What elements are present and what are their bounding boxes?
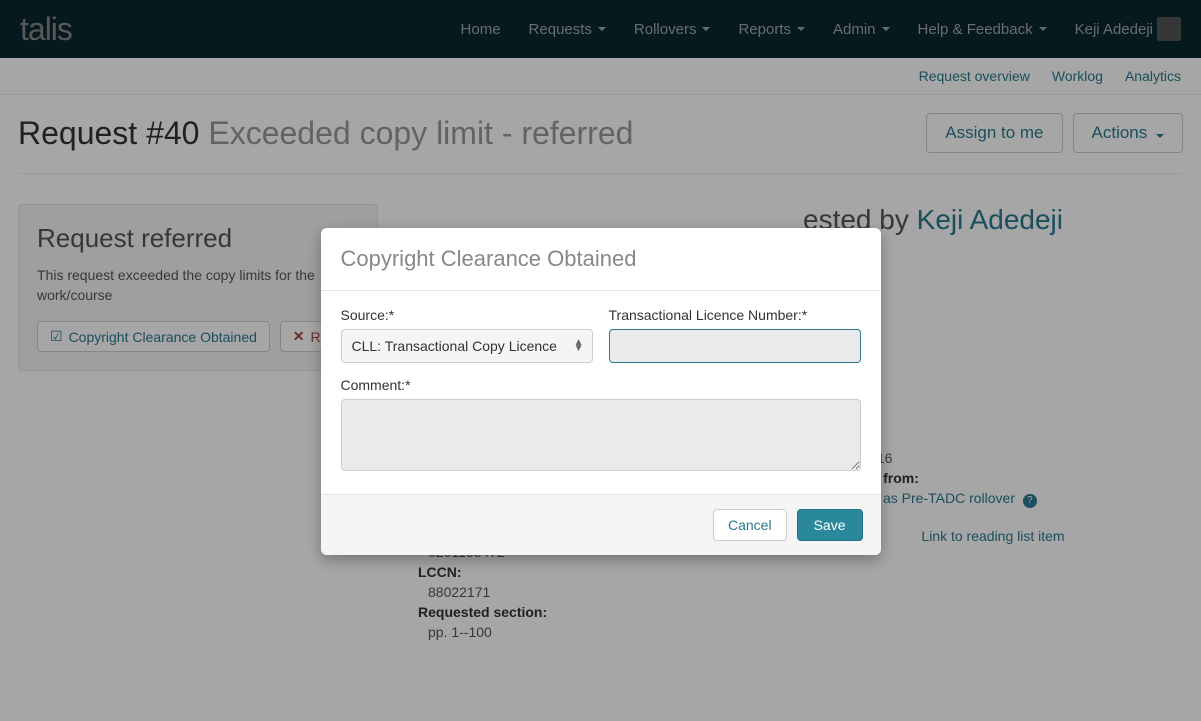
source-value: CLL: Transactional Copy Licence	[352, 338, 557, 354]
source-select[interactable]: CLL: Transactional Copy Licence ▲▼	[341, 329, 593, 363]
licence-input[interactable]	[609, 329, 861, 363]
save-button[interactable]: Save	[797, 509, 863, 541]
cancel-button[interactable]: Cancel	[713, 509, 787, 541]
modal-title: Copyright Clearance Obtained	[341, 246, 861, 272]
select-arrows-icon: ▲▼	[574, 340, 584, 352]
modal-footer: Cancel Save	[321, 494, 881, 555]
modal-body: Source:* CLL: Transactional Copy Licence…	[321, 291, 881, 494]
licence-label: Transactional Licence Number:*	[609, 307, 861, 323]
clearance-modal: Copyright Clearance Obtained Source:* CL…	[321, 228, 881, 555]
source-label: Source:*	[341, 307, 593, 323]
modal-header: Copyright Clearance Obtained	[321, 228, 881, 291]
comment-textarea[interactable]	[341, 399, 861, 471]
comment-label: Comment:*	[341, 377, 861, 393]
